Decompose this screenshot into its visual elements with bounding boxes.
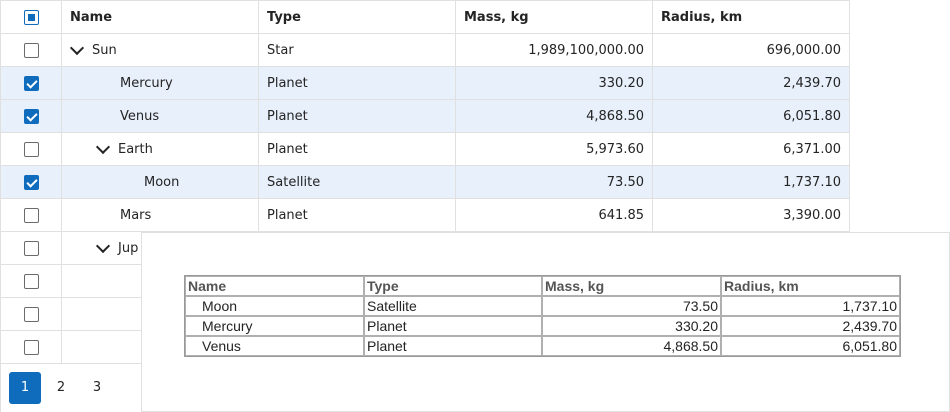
type-cell: Planet — [259, 133, 456, 165]
row-name: Sun — [92, 42, 117, 58]
export-cell-radius: 1,737.10 — [721, 296, 900, 316]
export-cell-name: Moon — [185, 296, 364, 316]
table-row[interactable]: Mercury Planet 330.20 2,439.70 — [1, 67, 849, 100]
type-cell: Satellite — [259, 166, 456, 198]
type-cell: Planet — [259, 199, 456, 231]
export-header-mass: Mass, kg — [542, 276, 721, 296]
export-header-name: Name — [185, 276, 364, 296]
select-all-cell — [1, 1, 62, 33]
radius-cell: 6,051.80 — [783, 108, 841, 124]
page-button-1[interactable]: 1 — [9, 371, 41, 404]
export-cell-type: Planet — [364, 316, 542, 336]
chevron-down-icon[interactable] — [69, 40, 85, 56]
export-header-radius: Radius, km — [721, 276, 900, 296]
table-row[interactable]: Moon Satellite 73.50 1,737.10 — [1, 166, 849, 199]
name-cell: Venus — [62, 100, 259, 132]
row-checkbox[interactable] — [23, 306, 39, 322]
name-cell: Sun — [62, 34, 259, 66]
pagination: 1 2 3 — [0, 363, 141, 412]
row-name: Mars — [120, 207, 152, 223]
radius-cell: 3,390.00 — [783, 207, 841, 223]
page-button-3[interactable]: 3 — [81, 372, 113, 404]
row-checkbox[interactable] — [23, 141, 39, 157]
radius-cell: 696,000.00 — [766, 42, 841, 58]
chevron-down-icon[interactable] — [95, 238, 111, 254]
export-cell-mass: 73.50 — [542, 296, 721, 316]
type-cell: Planet — [259, 100, 456, 132]
table-row[interactable]: Earth Planet 5,973.60 6,371.00 — [1, 133, 849, 166]
name-cell: Mars — [62, 199, 259, 231]
row-checkbox[interactable] — [23, 240, 39, 256]
column-header-radius[interactable]: Radius, km — [653, 1, 849, 33]
row-name: Mercury — [120, 75, 173, 91]
type-cell: Planet — [259, 67, 456, 99]
chevron-down-icon[interactable] — [95, 139, 111, 155]
row-name: Moon — [144, 174, 180, 190]
row-checkbox[interactable] — [23, 42, 39, 58]
mass-cell: 330.20 — [456, 67, 653, 99]
radius-cell: 2,439.70 — [783, 75, 841, 91]
mass-cell: 73.50 — [456, 166, 653, 198]
export-row: Mercury Planet 330.20 2,439.70 — [185, 316, 900, 336]
export-cell-radius: 2,439.70 — [721, 316, 900, 336]
row-name: Venus — [120, 108, 160, 124]
page-button-2[interactable]: 2 — [45, 372, 77, 404]
table-row[interactable]: Sun Star 1,989,100,000.00 696,000.00 — [1, 34, 849, 67]
row-checkbox[interactable] — [23, 207, 39, 223]
mass-cell: 5,973.60 — [456, 133, 653, 165]
row-checkbox[interactable] — [23, 273, 39, 289]
select-all-checkbox[interactable] — [23, 9, 39, 25]
export-cell-radius: 6,051.80 — [721, 336, 900, 356]
type-cell: Star — [259, 34, 456, 66]
grid-header-row: Name Type Mass, kg Radius, km — [1, 1, 849, 34]
export-preview-panel: Name Type Mass, kg Radius, km Moon Satel… — [141, 232, 950, 412]
column-header-mass[interactable]: Mass, kg — [456, 1, 653, 33]
export-cell-name: Mercury — [185, 316, 364, 336]
mass-cell: 1,989,100,000.00 — [456, 34, 653, 66]
row-checkbox[interactable] — [23, 174, 39, 190]
mass-cell: 4,868.50 — [456, 100, 653, 132]
mass-cell: 641.85 — [456, 199, 653, 231]
row-name: Jup — [118, 240, 139, 256]
export-cell-name: Venus — [185, 336, 364, 356]
name-cell: Mercury — [62, 67, 259, 99]
name-cell: Moon — [62, 166, 259, 198]
row-checkbox[interactable] — [23, 339, 39, 355]
name-cell: Earth — [62, 133, 259, 165]
export-cell-type: Satellite — [364, 296, 542, 316]
radius-cell: 6,371.00 — [783, 141, 841, 157]
export-header-row: Name Type Mass, kg Radius, km — [185, 276, 900, 296]
export-row: Moon Satellite 73.50 1,737.10 — [185, 296, 900, 316]
export-row: Venus Planet 4,868.50 6,051.80 — [185, 336, 900, 356]
row-checkbox[interactable] — [23, 108, 39, 124]
row-name: Earth — [118, 141, 153, 157]
export-cell-type: Planet — [364, 336, 542, 356]
column-header-type[interactable]: Type — [259, 1, 456, 33]
table-row[interactable]: Mars Planet 641.85 3,390.00 — [1, 199, 849, 232]
export-preview-table: Name Type Mass, kg Radius, km Moon Satel… — [184, 275, 901, 357]
radius-cell: 1,737.10 — [783, 174, 841, 190]
export-header-type: Type — [364, 276, 542, 296]
export-cell-mass: 4,868.50 — [542, 336, 721, 356]
column-header-name[interactable]: Name — [62, 1, 259, 33]
row-checkbox[interactable] — [23, 75, 39, 91]
table-row[interactable]: Venus Planet 4,868.50 6,051.80 — [1, 100, 849, 133]
export-cell-mass: 330.20 — [542, 316, 721, 336]
